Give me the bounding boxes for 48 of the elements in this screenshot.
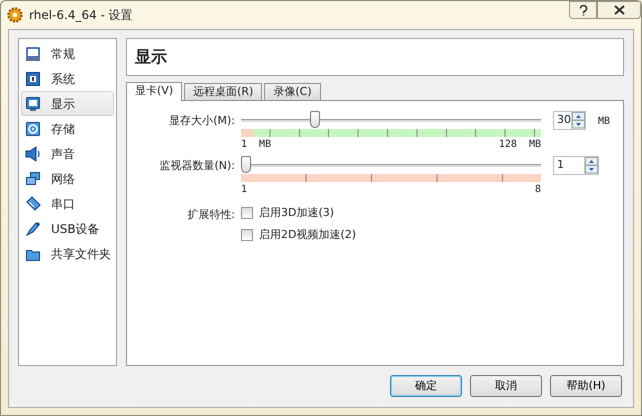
checkbox[interactable] — [241, 229, 253, 241]
tab[interactable]: 显卡(V) — [126, 82, 182, 101]
min-label: 1 — [241, 183, 248, 197]
slider-label: 监视器数量(N): — [158, 158, 235, 174]
window-title: rhel-6.4_64 - 设置 — [29, 7, 133, 24]
spin-arrows-icon[interactable] — [572, 112, 585, 129]
spin-arrows-icon[interactable] — [585, 157, 598, 174]
sidebar-item[interactable]: 串口 — [21, 191, 114, 216]
max-label: 8 — [534, 183, 541, 197]
help-icon — [578, 4, 588, 16]
dialog-button[interactable]: 确定 — [390, 375, 462, 397]
spin-box[interactable]: 1 — [553, 156, 599, 175]
close-icon — [614, 5, 624, 15]
gear-icon — [7, 7, 23, 23]
help-button[interactable] — [569, 1, 597, 19]
sidebar-item[interactable]: USB设备 — [21, 216, 114, 241]
max-label: 128 MB — [498, 138, 541, 152]
sidebar-item[interactable]: 显示 — [21, 91, 114, 116]
sidebar-item[interactable]: 系统 — [21, 66, 114, 91]
features-label: 扩展特性: — [186, 207, 235, 223]
min-label: 1 MB — [241, 138, 272, 152]
category-icon — [25, 196, 41, 212]
sidebar-item[interactable]: 共享文件夹 — [21, 241, 114, 266]
category-icon — [25, 46, 41, 62]
sidebar-item[interactable]: 存储 — [21, 116, 114, 141]
dialog-button[interactable]: 帮助(H) — [550, 375, 622, 397]
slider-thumb[interactable] — [310, 111, 320, 128]
sidebar-item[interactable]: 常规 — [21, 41, 114, 66]
spin-box[interactable]: 30 — [553, 111, 586, 130]
tab[interactable]: 录像(C) — [264, 83, 321, 100]
slider-thumb[interactable] — [241, 156, 251, 173]
unit-label: MB — [598, 115, 610, 129]
tab[interactable]: 远程桌面(R) — [184, 83, 262, 100]
category-icon — [25, 70, 41, 86]
page-title: 显示 — [126, 38, 624, 76]
category-icon — [25, 120, 41, 136]
category-icon — [25, 96, 41, 112]
sidebar-item[interactable]: 声音 — [21, 141, 114, 166]
checkbox-label: 启用2D视频加速(2) — [259, 226, 356, 243]
category-icon — [25, 220, 41, 236]
sidebar-item[interactable]: 网络 — [21, 166, 114, 191]
close-button[interactable] — [597, 1, 641, 19]
category-icon — [25, 170, 41, 186]
dialog-button[interactable]: 取消 — [470, 375, 542, 397]
checkbox-label: 启用3D加速(3) — [259, 204, 334, 221]
slider-label: 显存大小(M): — [168, 113, 235, 129]
category-icon — [25, 146, 41, 162]
checkbox[interactable] — [241, 207, 253, 219]
